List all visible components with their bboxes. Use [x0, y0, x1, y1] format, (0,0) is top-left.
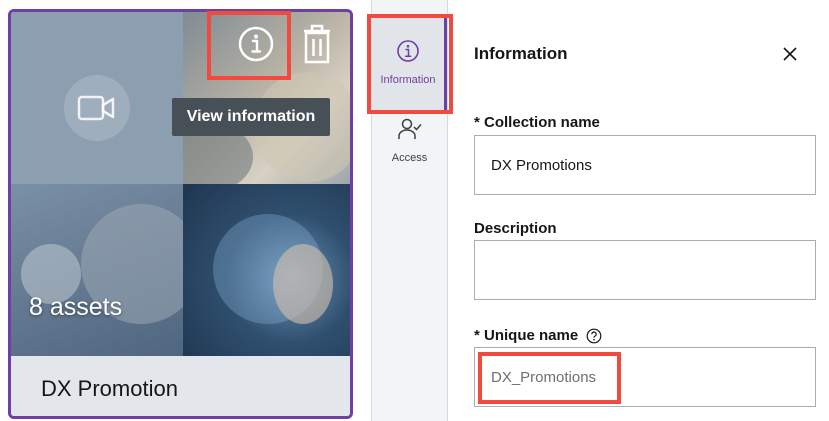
rail-item-information[interactable]: Information	[372, 17, 447, 113]
delete-button[interactable]	[298, 20, 336, 68]
close-icon	[783, 47, 797, 61]
video-camera-icon	[77, 95, 115, 121]
user-access-icon	[397, 118, 422, 139]
collection-name-input[interactable]	[474, 135, 816, 195]
help-circle-icon	[586, 328, 602, 343]
panel-title: Information	[474, 44, 568, 63]
preview-tile-photo-2	[11, 184, 183, 356]
help-button[interactable]	[586, 328, 602, 344]
card-footer: DX Promotion	[11, 356, 350, 416]
collection-name-label: * Collection name	[474, 114, 600, 131]
unique-name-input[interactable]	[474, 347, 816, 407]
required-mark: *	[474, 114, 480, 131]
required-mark: *	[474, 327, 480, 344]
close-panel-button[interactable]	[776, 40, 804, 68]
view-information-button[interactable]	[231, 19, 281, 69]
preview-tile-photo-3	[183, 184, 350, 356]
description-label: Description	[474, 220, 557, 237]
video-thumbnail	[64, 75, 130, 141]
trash-icon	[304, 24, 330, 64]
panel-rail: Information Access	[372, 0, 448, 421]
rail-item-access-label: Access	[391, 152, 428, 164]
assets-count: 8 assets	[29, 293, 123, 321]
unique-name-label: * Unique name	[474, 327, 602, 344]
unique-name-label-text: Unique name	[484, 327, 579, 344]
description-input[interactable]	[474, 240, 816, 300]
view-information-tooltip: View information	[172, 98, 330, 136]
collection-card[interactable]: 8 assets DX Promotion	[8, 9, 353, 419]
info-circle-icon	[397, 40, 419, 62]
preview-tile-video	[11, 12, 183, 184]
rail-item-information-label: Information	[380, 74, 436, 86]
rail-item-access[interactable]: Access	[372, 117, 447, 177]
collection-name-label-text: Collection name	[484, 114, 600, 131]
card-title: DX Promotion	[41, 376, 178, 401]
info-circle-icon	[238, 26, 274, 62]
